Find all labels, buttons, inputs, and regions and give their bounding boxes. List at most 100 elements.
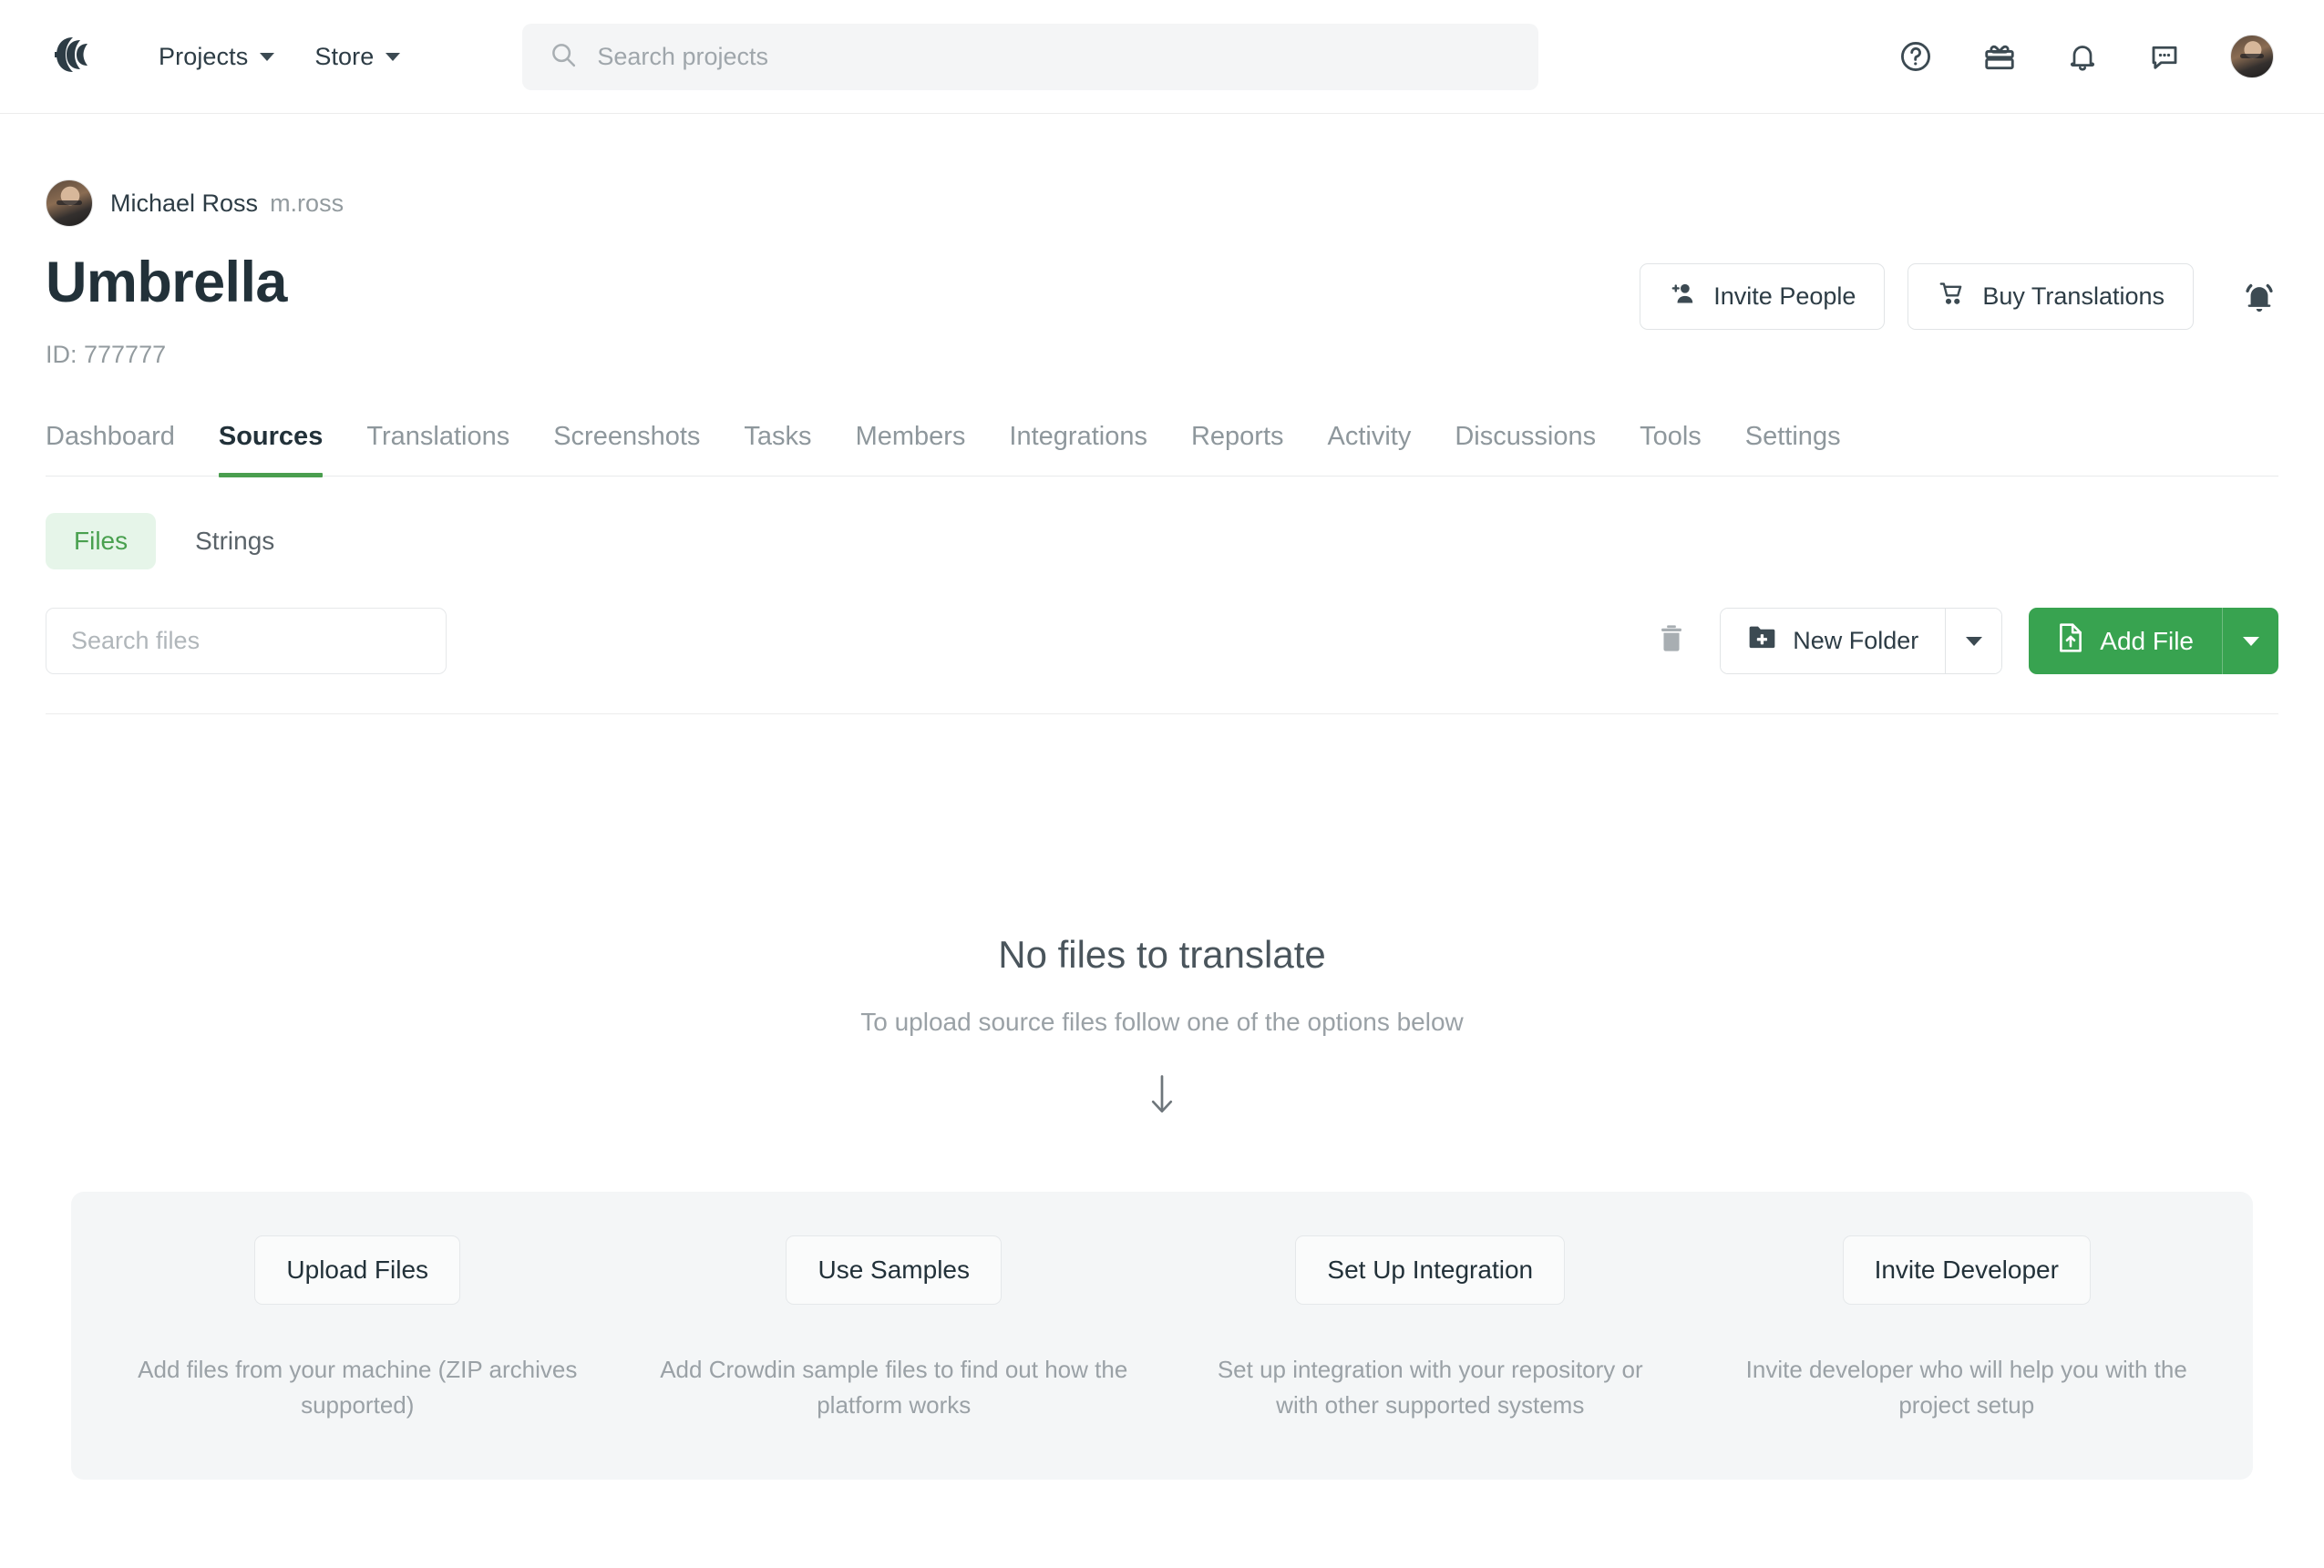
tab-dashboard[interactable]: Dashboard [46, 422, 197, 476]
trash-icon [1657, 622, 1686, 660]
invite-people-label: Invite People [1713, 282, 1856, 310]
tab-integrations[interactable]: Integrations [987, 422, 1169, 476]
option-invite-developer: Invite Developer Invite developer who wi… [1699, 1235, 2236, 1423]
nav-item-projects-label: Projects [159, 42, 249, 70]
main-nav-links: Projects Store [159, 42, 401, 71]
use-samples-button[interactable]: Use Samples [786, 1235, 1002, 1305]
add-file-split-button: Add File [2029, 608, 2278, 674]
upload-options-panel: Upload Files Add files from your machine… [71, 1192, 2253, 1480]
new-folder-split-button: New Folder [1720, 608, 2003, 674]
invite-developer-description: Invite developer who will help you with … [1745, 1356, 2187, 1419]
cart-icon [1937, 280, 1967, 313]
add-file-button[interactable]: Add File [2029, 608, 2222, 674]
nav-item-store[interactable]: Store [314, 42, 401, 71]
owner-name: Michael Ross [110, 189, 259, 217]
nav-item-projects[interactable]: Projects [159, 42, 275, 71]
tab-members[interactable]: Members [834, 422, 988, 476]
nav-item-store-label: Store [314, 42, 375, 70]
tab-translations-label: Translations [366, 422, 510, 451]
tab-tools-label: Tools [1640, 422, 1702, 451]
chat-icon[interactable] [2147, 40, 2182, 73]
tab-reports-label: Reports [1190, 422, 1284, 451]
tab-reports[interactable]: Reports [1169, 422, 1306, 476]
chevron-down-icon [2242, 636, 2259, 646]
new-folder-label: New Folder [1793, 627, 1919, 654]
owner-handle: m.ross [270, 189, 344, 217]
tab-discussions[interactable]: Discussions [1433, 422, 1618, 476]
arrow-down-icon [46, 1070, 2278, 1119]
files-toolbar-actions: New Folder Add File [1650, 608, 2278, 674]
new-folder-dropdown-button[interactable] [1945, 609, 2002, 673]
tab-dashboard-label: Dashboard [46, 422, 175, 451]
crowdin-logo[interactable] [55, 36, 115, 78]
search-icon [550, 41, 577, 73]
project-id: ID: 777777 [46, 341, 167, 368]
chevron-down-icon [1965, 636, 1982, 646]
help-icon[interactable] [1898, 39, 1933, 74]
buy-translations-label: Buy Translations [1982, 282, 2165, 310]
bell-filled-icon[interactable] [2240, 278, 2278, 316]
subtab-files[interactable]: Files [46, 513, 157, 569]
tab-tasks-label: Tasks [744, 422, 812, 451]
project-owner: Michael Ross m.ross [46, 114, 2278, 227]
buy-translations-button[interactable]: Buy Translations [1908, 263, 2194, 330]
tab-sources-label: Sources [218, 422, 324, 451]
upload-files-button[interactable]: Upload Files [254, 1235, 461, 1305]
new-folder-button[interactable]: New Folder [1721, 609, 1946, 673]
tab-screenshots-label: Screenshots [553, 422, 701, 451]
sources-subtabs: Files Strings [46, 513, 2278, 569]
chevron-down-icon [260, 52, 275, 61]
tab-settings-label: Settings [1744, 422, 1841, 451]
option-use-samples: Use Samples Add Crowdin sample files to … [626, 1235, 1163, 1423]
tab-members-label: Members [855, 422, 966, 451]
person-add-icon [1669, 280, 1698, 313]
upload-files-description: Add files from your machine (ZIP archive… [138, 1356, 578, 1419]
project-header: Umbrella ID: 777777 Invite People Buy Tr… [46, 254, 2278, 369]
tab-screenshots[interactable]: Screenshots [531, 422, 722, 476]
page-title: Umbrella [46, 251, 287, 314]
top-nav-actions [1898, 35, 2274, 78]
delete-button[interactable] [1650, 622, 1693, 660]
subtab-strings-label: Strings [195, 527, 275, 555]
avatar[interactable] [2230, 35, 2274, 78]
crowdin-logo-icon [55, 36, 95, 78]
files-toolbar: Search files New Folder Add File [46, 608, 2278, 714]
tab-settings[interactable]: Settings [1723, 422, 1863, 476]
add-file-dropdown-button[interactable] [2222, 608, 2278, 674]
page-content: Michael Ross m.ross Umbrella ID: 777777 … [0, 114, 2324, 1480]
use-samples-description: Add Crowdin sample files to find out how… [660, 1356, 1128, 1419]
subtab-strings[interactable]: Strings [167, 513, 303, 569]
search-projects-input[interactable]: Search projects [522, 23, 1539, 90]
add-file-label: Add File [2100, 626, 2194, 655]
tab-translations[interactable]: Translations [344, 422, 531, 476]
gift-icon[interactable] [1981, 39, 2018, 74]
tab-integrations-label: Integrations [1009, 422, 1147, 451]
search-files-input[interactable]: Search files [46, 608, 447, 674]
top-navigation-bar: Projects Store Search projects [0, 0, 2324, 114]
project-title-block: Umbrella ID: 777777 [46, 254, 287, 369]
set-up-integration-button[interactable]: Set Up Integration [1295, 1235, 1566, 1305]
tab-sources[interactable]: Sources [197, 422, 344, 477]
global-search: Search projects [522, 23, 1539, 90]
tab-activity[interactable]: Activity [1306, 422, 1434, 476]
invite-people-button[interactable]: Invite People [1640, 263, 1886, 330]
folder-plus-icon [1747, 625, 1777, 657]
option-set-up-integration: Set Up Integration Set up integration wi… [1162, 1235, 1699, 1423]
set-up-integration-description: Set up integration with your repository … [1217, 1356, 1643, 1419]
bell-icon[interactable] [2066, 39, 2099, 74]
option-upload-files: Upload Files Add files from your machine… [89, 1235, 626, 1423]
file-upload-icon [2057, 622, 2084, 660]
search-files-placeholder: Search files [71, 627, 201, 654]
project-tabs: Dashboard Sources Translations Screensho… [46, 422, 2278, 477]
tab-discussions-label: Discussions [1455, 422, 1597, 451]
tab-tasks[interactable]: Tasks [722, 422, 833, 476]
empty-state-subtitle: To upload source files follow one of the… [860, 1008, 1464, 1036]
chevron-down-icon [386, 52, 401, 61]
owner-avatar [46, 179, 93, 227]
empty-state-title: No files to translate [998, 933, 1326, 976]
invite-developer-button[interactable]: Invite Developer [1842, 1235, 2091, 1305]
empty-state: No files to translate To upload source f… [46, 933, 2278, 1119]
project-actions: Invite People Buy Translations [1640, 254, 2278, 330]
tab-tools[interactable]: Tools [1618, 422, 1723, 476]
subtab-files-label: Files [74, 527, 129, 555]
